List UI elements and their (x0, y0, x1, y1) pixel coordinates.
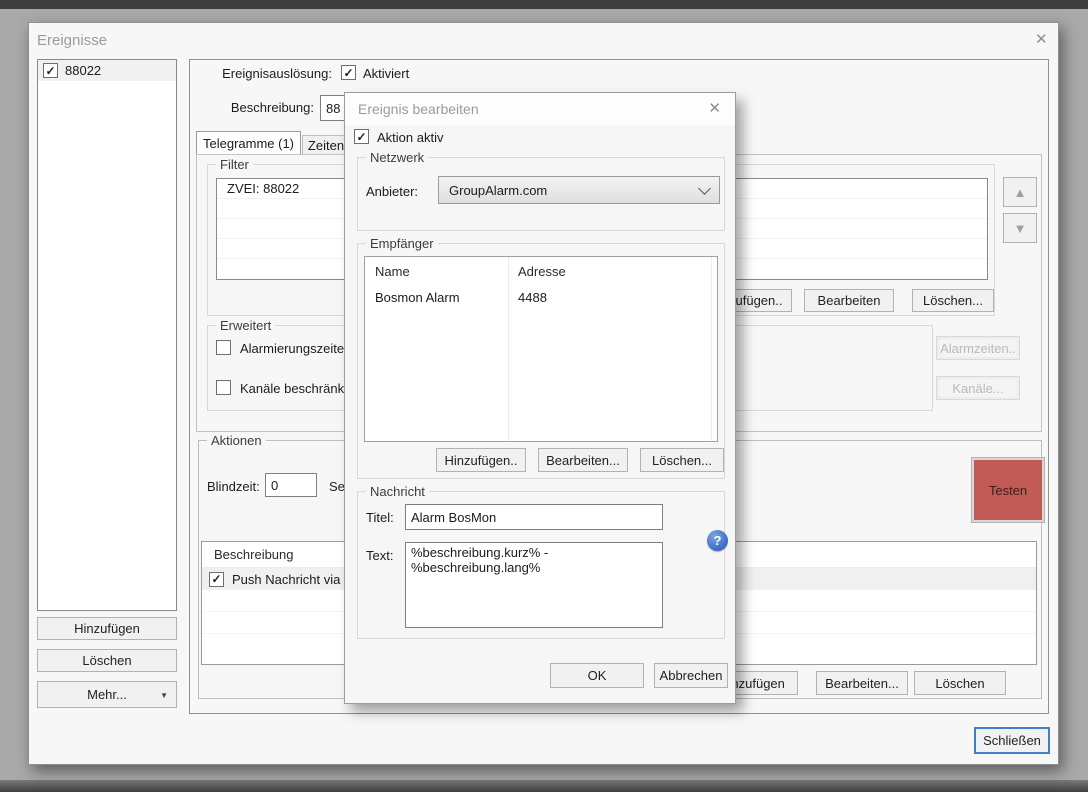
table-row[interactable]: Bosmon Alarm 4488 (365, 285, 717, 309)
move-up-button[interactable]: ▲ (1003, 177, 1037, 207)
channels-label: Kanäle beschränken (240, 381, 359, 396)
abbrechen-button[interactable]: Abbrechen (654, 663, 728, 688)
description-label: Beschreibung: (190, 100, 314, 115)
blindzeit-input[interactable] (265, 473, 317, 497)
empfaenger-group: Empfänger Name Adresse Bosmon Alarm 4488… (357, 243, 725, 479)
empfaenger-delete-button[interactable]: Löschen... (640, 448, 724, 472)
filter-edit-button[interactable]: Bearbeiten (804, 289, 894, 312)
titel-input[interactable] (405, 504, 663, 530)
channels-checkbox[interactable] (216, 380, 231, 395)
nachricht-group: Nachricht Titel: Text: %beschreibung.kur… (357, 491, 725, 639)
aktionen-edit-button[interactable]: Bearbeiten... (816, 671, 908, 695)
ereignis-bearbeiten-dialog: Ereignis bearbeiten ✕ ✓ Aktion aktiv Net… (344, 92, 736, 704)
text-textarea[interactable]: %beschreibung.kurz% - %beschreibung.lang… (405, 542, 663, 628)
action-active-label: Aktion aktiv (377, 130, 443, 145)
alarm-times-checkbox[interactable] (216, 340, 231, 355)
event-label: 88022 (65, 63, 101, 78)
empfaenger-add-button[interactable]: Hinzufügen.. (436, 448, 526, 472)
tab-telegramme[interactable]: Telegramme (1) (196, 131, 301, 155)
top-border-strip (0, 0, 1088, 9)
list-item[interactable]: ✓ 88022 (38, 60, 176, 81)
alarm-times-button[interactable]: Alarmzeiten.. (936, 336, 1020, 360)
anbieter-select[interactable]: GroupAlarm.com (438, 176, 720, 204)
empfaenger-edit-button[interactable]: Bearbeiten... (538, 448, 628, 472)
tab-zeiten[interactable]: Zeiten (302, 135, 350, 155)
move-down-button[interactable]: ▼ (1003, 213, 1037, 243)
aktionen-group-label: Aktionen (207, 433, 266, 448)
window-title: Ereignisse (37, 32, 107, 49)
cell-adresse: 4488 (508, 290, 547, 305)
sidebar-delete-button[interactable]: Löschen (37, 649, 177, 672)
check-icon: ✓ (211, 573, 221, 585)
aktion-checkbox[interactable]: ✓ (209, 572, 224, 587)
trigger-label: Ereignisauslösung: (190, 66, 332, 81)
modal-titlebar: Ereignis bearbeiten ✕ (345, 93, 735, 125)
arrow-down-icon: ▼ (1014, 222, 1027, 235)
col-adresse: Adresse (508, 264, 566, 279)
table-header-row: Name Adresse (365, 257, 717, 285)
modal-close-icon[interactable]: ✕ (708, 101, 721, 116)
events-list[interactable]: ✓ 88022 (37, 59, 177, 611)
sidebar-add-button[interactable]: Hinzufügen (37, 617, 177, 640)
blindzeit-label: Blindzeit: (207, 479, 260, 494)
filter-group-label: Filter (216, 157, 253, 172)
arrow-up-icon: ▲ (1014, 186, 1027, 199)
anbieter-value: GroupAlarm.com (449, 183, 547, 198)
more-label: Mehr... (87, 687, 127, 702)
bottom-border-strip (0, 780, 1088, 792)
trigger-value-label: Aktiviert (363, 66, 409, 81)
check-icon: ✓ (45, 65, 55, 77)
caret-down-icon: ▼ (160, 691, 168, 700)
close-icon[interactable]: ✕ (1035, 32, 1048, 47)
erweitert-group-label: Erweitert (216, 318, 275, 333)
nachricht-group-label: Nachricht (366, 484, 429, 499)
testen-button[interactable]: Testen (971, 457, 1045, 523)
netzwerk-group-label: Netzwerk (366, 150, 428, 165)
trigger-checkbox[interactable]: ✓ (341, 65, 356, 80)
col-name: Name (365, 264, 508, 279)
text-label: Text: (366, 548, 393, 563)
schliessen-button[interactable]: Schließen (974, 727, 1050, 754)
ok-button[interactable]: OK (550, 663, 644, 688)
anbieter-label: Anbieter: (366, 184, 418, 199)
titel-label: Titel: (366, 510, 394, 525)
aktionen-delete-button[interactable]: Löschen (914, 671, 1006, 695)
event-checkbox[interactable]: ✓ (43, 63, 58, 78)
cell-name: Bosmon Alarm (365, 290, 508, 305)
sidebar-more-button[interactable]: Mehr... ▼ (37, 681, 177, 708)
channels-button[interactable]: Kanäle... (936, 376, 1020, 400)
modal-title: Ereignis bearbeiten (358, 101, 479, 117)
chevron-down-icon (698, 182, 711, 195)
check-icon: ✓ (356, 131, 366, 143)
filter-delete-button[interactable]: Löschen... (912, 289, 994, 312)
action-active-checkbox[interactable]: ✓ (354, 129, 369, 144)
empfaenger-group-label: Empfänger (366, 236, 438, 251)
empfaenger-table[interactable]: Name Adresse Bosmon Alarm 4488 (364, 256, 718, 442)
help-icon[interactable]: ? (707, 530, 728, 551)
netzwerk-group: Netzwerk Anbieter: GroupAlarm.com (357, 157, 725, 231)
check-icon: ✓ (343, 67, 353, 79)
